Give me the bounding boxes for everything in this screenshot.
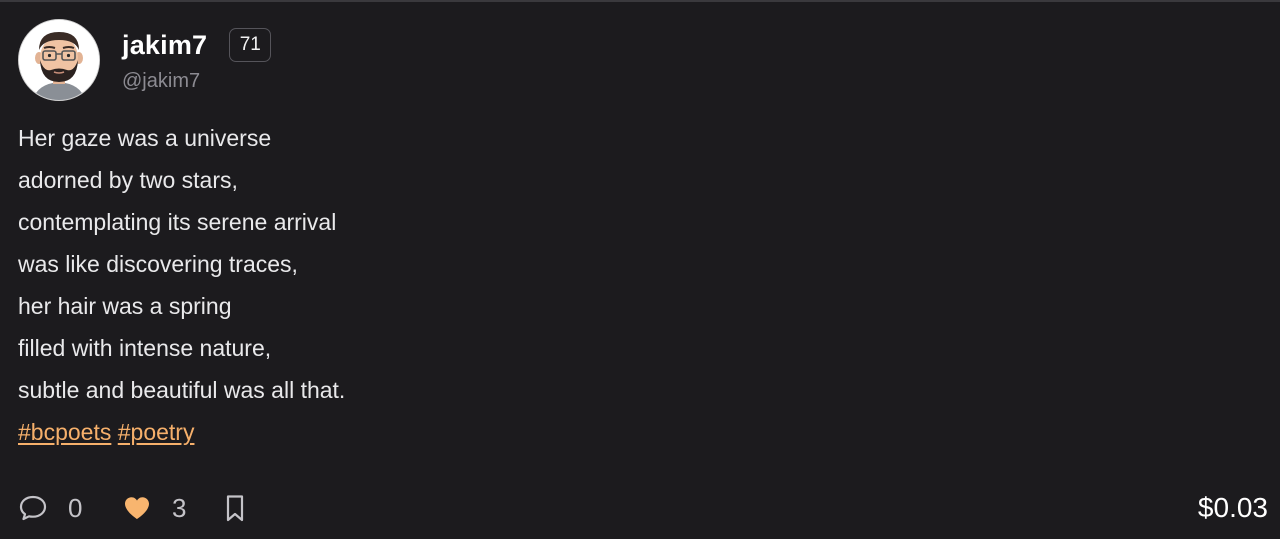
post-actions: 0 3 bbox=[18, 490, 250, 526]
post-line: adorned by two stars, bbox=[18, 167, 238, 193]
speech-bubble-icon bbox=[19, 495, 47, 521]
avatar[interactable] bbox=[18, 19, 100, 101]
heart-icon bbox=[125, 497, 149, 519]
bookmark-button[interactable] bbox=[220, 493, 250, 523]
post-line: filled with intense nature, bbox=[18, 335, 272, 361]
comment-button[interactable]: 0 bbox=[18, 493, 122, 524]
like-count: 3 bbox=[172, 492, 187, 523]
cartoon-man-avatar-icon bbox=[19, 20, 99, 100]
post-body: Her gaze was a universe adorned by two s… bbox=[18, 117, 918, 453]
post-line: was like discovering traces, bbox=[18, 251, 298, 277]
hashtag-link[interactable]: #poetry bbox=[118, 419, 195, 445]
hashtag-link[interactable]: #bcpoets bbox=[18, 419, 111, 445]
post-line: subtle and beautiful was all that. bbox=[18, 377, 346, 403]
hashtag-row: #bcpoets #poetry bbox=[18, 411, 918, 453]
bookmark-icon bbox=[226, 495, 244, 522]
post-line: Her gaze was a universe bbox=[18, 125, 272, 151]
author-handle[interactable]: @jakim7 bbox=[122, 70, 200, 93]
rank-badge: 71 bbox=[229, 28, 272, 62]
like-button[interactable]: 3 bbox=[122, 493, 220, 524]
author-display-name[interactable]: jakim7 bbox=[122, 30, 207, 61]
comment-count: 0 bbox=[68, 492, 83, 523]
post-card: jakim7 71 @jakim7 Her gaze was a univers… bbox=[0, 2, 1280, 539]
author-row: jakim7 71 bbox=[122, 26, 272, 64]
earnings-amount: $0.03 bbox=[1197, 492, 1268, 523]
post-line: her hair was a spring bbox=[18, 293, 232, 319]
post-line: contemplating its serene arrival bbox=[18, 209, 337, 235]
